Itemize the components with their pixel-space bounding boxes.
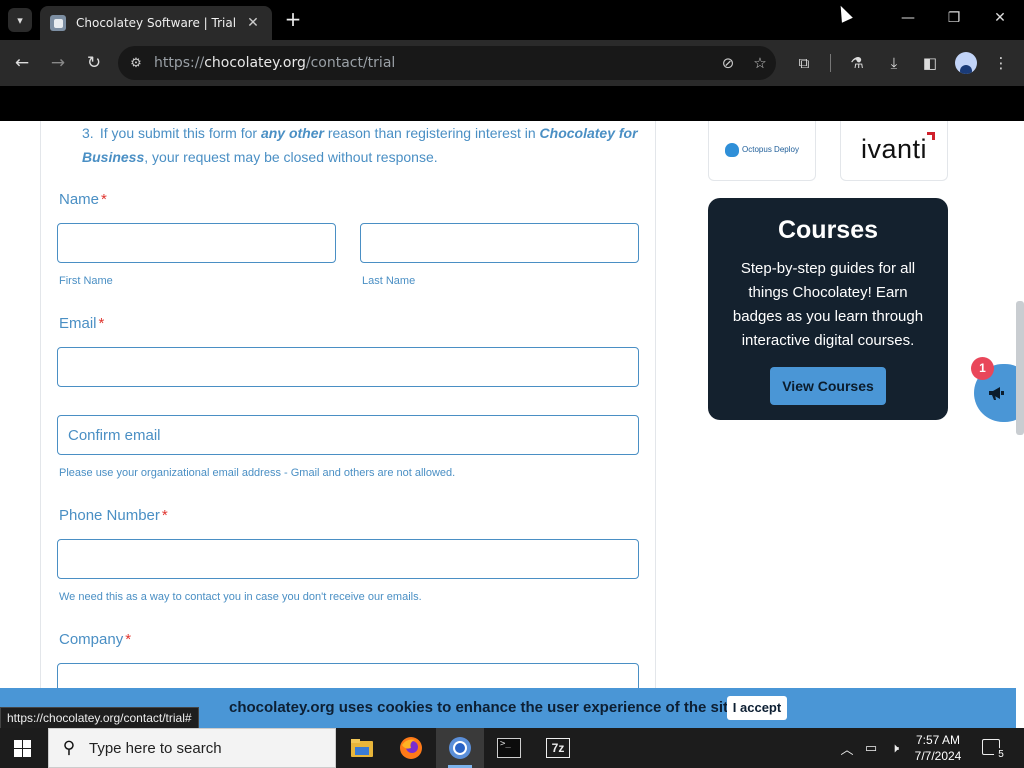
tab-close-icon[interactable]: ✕	[244, 15, 262, 31]
courses-card: Courses Step-by-step guides for all thin…	[708, 198, 948, 420]
download-icon[interactable]: ⤓	[883, 52, 905, 74]
email-input[interactable]	[57, 347, 639, 387]
taskbar-clock[interactable]: 7:57 AM 7/7/2024	[908, 732, 968, 764]
reload-icon[interactable]: ↻	[83, 52, 105, 74]
profile-avatar-icon[interactable]	[955, 52, 977, 74]
cookie-message: chocolatey.org uses cookies to enhance t…	[229, 699, 741, 716]
form-notice-item-3: 3. If you submit this form for any other…	[82, 121, 642, 169]
back-icon[interactable]: ←	[11, 52, 33, 74]
labs-flask-icon[interactable]: ⚗	[846, 52, 868, 74]
phone-label: Phone Number *	[59, 507, 168, 524]
notification-count: 5	[994, 748, 1008, 762]
required-marker: *	[125, 631, 132, 648]
active-tab[interactable]: Chocolatey Software | Trial ✕	[40, 6, 272, 40]
terminal-icon[interactable]: >_	[485, 728, 533, 768]
first-name-input[interactable]	[57, 223, 336, 263]
notice-number: 3.	[82, 125, 94, 141]
last-name-help: Last Name	[362, 275, 416, 287]
name-label-text: Name	[59, 191, 100, 208]
courses-title: Courses	[777, 216, 879, 244]
chrome-icon[interactable]	[436, 728, 484, 768]
required-marker: *	[98, 315, 105, 332]
tray-chevron-icon[interactable]: ︿	[838, 728, 856, 768]
restore-icon[interactable]: ❐	[944, 10, 964, 26]
file-explorer-icon[interactable]	[338, 728, 386, 768]
url-path: /contact/trial	[305, 55, 396, 71]
notice-text: reason than registering interest in	[323, 125, 540, 141]
company-input[interactable]	[57, 663, 639, 688]
page-top-strip	[0, 86, 1024, 121]
minimize-icon[interactable]: —	[898, 10, 918, 26]
announcement-count-badge: 1	[971, 357, 994, 380]
tab-favicon-icon	[50, 15, 66, 31]
phone-input[interactable]	[57, 539, 639, 579]
address-bar[interactable]: ⚙ https://chocolatey.org/contact/trial ⊘…	[118, 46, 776, 80]
email-help: Please use your organizational email add…	[59, 467, 456, 479]
7zip-icon[interactable]: 7z	[534, 728, 582, 768]
tab-search-menu-icon[interactable]: ▾	[8, 8, 32, 32]
octopus-icon	[725, 142, 740, 157]
mouse-cursor-icon	[835, 3, 853, 23]
close-window-icon[interactable]: ✕	[990, 10, 1010, 26]
eye-off-icon[interactable]: ⊘	[712, 54, 744, 72]
site-info-icon[interactable]: ⚙	[118, 56, 154, 71]
search-icon: ⚲	[62, 738, 76, 758]
tab-title: Chocolatey Software | Trial	[76, 16, 237, 30]
name-label: Name *	[59, 191, 107, 208]
clock-time: 7:57 AM	[915, 733, 961, 747]
octopus-deploy-logo[interactable]: Octopus Deploy	[708, 121, 816, 181]
forward-icon[interactable]: →	[47, 52, 69, 74]
extensions-icon[interactable]: ⧉	[793, 52, 815, 74]
company-label-text: Company	[59, 631, 124, 648]
phone-help: We need this as a way to contact you in …	[59, 591, 422, 603]
last-name-input[interactable]	[360, 223, 639, 263]
firefox-icon[interactable]	[387, 728, 435, 768]
more-menu-icon[interactable]: ⋮	[990, 52, 1012, 74]
view-courses-button[interactable]: View Courses	[770, 367, 886, 405]
new-tab-button[interactable]: +	[282, 8, 304, 30]
courses-description: Step-by-step guides for all things Choco…	[732, 260, 924, 349]
notice-text: , your request may be closed without res…	[144, 149, 438, 165]
clock-date: 7/7/2024	[914, 749, 962, 763]
browser-toolbar: ← → ↻ ⚙ https://chocolatey.org/contact/t…	[0, 40, 1024, 86]
url-domain: chocolatey.org	[204, 55, 306, 71]
windows-taskbar: ⚲ Type here to search >_ 7z ︿ ▭ 🕨 7:57 A…	[0, 728, 1024, 768]
phone-label-text: Phone Number	[59, 507, 160, 524]
company-label: Company *	[59, 631, 131, 648]
ivanti-logo-text: ivanti	[860, 134, 928, 164]
ivanti-mark-icon	[927, 132, 936, 140]
7zip-label: 7z	[546, 738, 570, 758]
url-scheme: https://	[154, 55, 205, 71]
email-label-text: Email	[59, 315, 97, 332]
confirm-email-input[interactable]	[57, 415, 639, 455]
toolbar-divider	[830, 54, 831, 72]
taskbar-search-placeholder: Type here to search	[89, 739, 222, 757]
ivanti-logo[interactable]: ivanti	[840, 121, 948, 181]
terminal-glyph: >_	[500, 739, 511, 749]
link-status-bubble: https://chocolatey.org/contact/trial#	[0, 707, 199, 729]
notice-text: If you submit this form for	[99, 125, 261, 141]
network-icon[interactable]: ▭	[860, 728, 882, 768]
required-marker: *	[161, 507, 168, 524]
notice-emphasis: any other	[260, 125, 324, 141]
page-scrollbar[interactable]	[1016, 301, 1024, 435]
megaphone-icon	[989, 387, 1004, 400]
required-marker: *	[101, 191, 107, 208]
browser-tab-bar: ▾ Chocolatey Software | Trial ✕ + — ❐ ✕	[0, 0, 1024, 40]
taskbar-search[interactable]: ⚲ Type here to search	[48, 728, 336, 768]
cookie-accept-button[interactable]: I accept	[727, 696, 787, 720]
email-label: Email *	[59, 315, 104, 332]
page-viewport: 3. If you submit this form for any other…	[0, 121, 1024, 688]
side-panel-icon[interactable]: ◧	[919, 52, 941, 74]
octopus-logo-text: Octopus Deploy	[742, 145, 799, 154]
url-text: https://chocolatey.org/contact/trial	[154, 55, 712, 71]
volume-muted-icon[interactable]: 🕨	[884, 728, 906, 768]
first-name-help: First Name	[59, 275, 113, 287]
windows-start-icon[interactable]	[14, 740, 31, 757]
bookmark-star-icon[interactable]: ☆	[744, 54, 776, 72]
